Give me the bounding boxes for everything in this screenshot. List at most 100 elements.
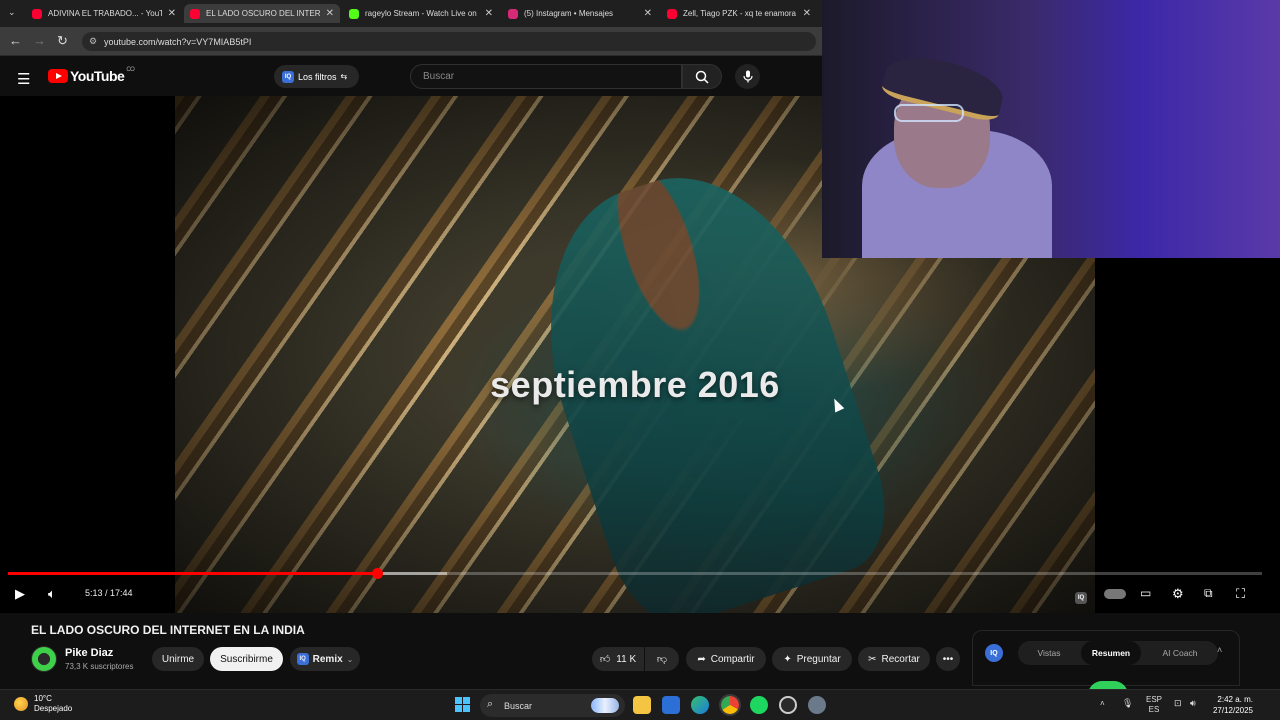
hamburger-menu-icon[interactable]: ☰ [17, 70, 30, 88]
browser-tab-bar: ⌄ ADIVINA EL TRABADO... - YouT ✕ EL LADO… [0, 0, 822, 27]
channel-name[interactable]: Pike Diaz [65, 647, 113, 659]
file-explorer-icon[interactable] [633, 696, 651, 714]
subtitles-icon[interactable]: ▭ [1140, 586, 1151, 600]
search-highlight-art-icon [591, 698, 619, 713]
clock-date: 27/12/2025 [1212, 706, 1253, 715]
kick-favicon-icon [349, 8, 359, 19]
filters-button[interactable]: IQ Los filtros ⇆ [274, 65, 359, 88]
close-tab-icon[interactable]: ✕ [485, 8, 493, 19]
region-code: CO [126, 67, 135, 73]
like-button[interactable]: 👍︎ 11 K [592, 647, 644, 671]
ask-button[interactable]: ✦ Preguntar [772, 647, 852, 671]
microsoft-store-icon[interactable] [662, 696, 680, 714]
subscriber-count: 73,3 K suscriptores [65, 662, 134, 671]
reload-icon[interactable]: ↻ [57, 33, 68, 49]
microphone-icon [742, 70, 753, 83]
search-icon [695, 70, 709, 84]
voice-search-button[interactable] [735, 64, 760, 89]
iq-extension-icon: IQ [282, 70, 294, 83]
search-button[interactable] [682, 64, 722, 89]
windows-start-icon[interactable] [455, 697, 470, 712]
scrubber-handle[interactable] [371, 568, 383, 579]
streamer-webcam-overlay [822, 0, 1280, 258]
language-indicator[interactable]: ESP ES [1146, 695, 1162, 715]
iq-remix-icon: IQ [296, 653, 309, 665]
browser-tab-0[interactable]: ADIVINA EL TRABADO... - YouT ✕ [26, 4, 182, 23]
thumbs-down-icon: 👎︎ [656, 654, 668, 665]
site-info-icon[interactable]: ⚙ [89, 36, 97, 47]
option-label: Resumen [1091, 648, 1131, 658]
taskbar-clock[interactable]: 2:42 a. m. 27/12/2025 [1208, 694, 1253, 716]
like-count: 11 K [616, 653, 637, 665]
youtube-favicon-icon [190, 8, 200, 19]
youtube-favicon-icon [667, 8, 677, 19]
obs-icon[interactable] [779, 696, 797, 714]
sliders-icon: ⇆ [340, 72, 348, 81]
clip-button[interactable]: ✂ Recortar [858, 647, 930, 671]
weather-condition: Despejado [34, 704, 73, 713]
lang-bottom: ES [1148, 705, 1160, 714]
chrome-browser-icon[interactable] [719, 694, 741, 716]
close-tab-icon[interactable]: ✕ [803, 8, 811, 19]
back-arrow-icon[interactable]: ← [9, 33, 22, 48]
tab-search-chevron-icon[interactable]: ⌄ [8, 7, 16, 18]
dislike-button[interactable]: 👎︎ [645, 647, 679, 671]
youtube-play-logo-icon [48, 69, 68, 83]
search-input[interactable]: Buscar [410, 64, 682, 89]
miniplayer-icon[interactable]: ⧉ [1204, 586, 1213, 601]
weather-widget[interactable]: 10°C Despejado [14, 694, 72, 714]
remix-button[interactable]: IQ Remix ⌄ [290, 647, 360, 671]
forward-arrow-icon[interactable]: → [33, 33, 46, 48]
volume-tray-icon[interactable]: 🔊︎ [1190, 698, 1196, 709]
taskbar-search-box[interactable]: ⌕ Buscar [480, 694, 625, 717]
video-progress-bar[interactable] [8, 568, 1262, 579]
close-tab-icon[interactable]: ✕ [644, 8, 652, 19]
iq-side-panel: IQ Vistas Resumen AI Coach ˄ [972, 630, 1240, 695]
youtube-logo[interactable]: YouTube CO [48, 67, 135, 84]
play-icon[interactable]: ▶ [15, 586, 25, 602]
tab-label: ADIVINA EL TRABADO... - YouT [48, 9, 162, 18]
share-button[interactable]: ➦ Compartir [686, 647, 766, 671]
tray-overflow-chevron-icon[interactable]: ˄ [1100, 699, 1105, 708]
browser-tab-1[interactable]: EL LADO OSCURO DEL INTERN ✕ [184, 4, 340, 23]
subscribe-button[interactable]: Suscribirme [210, 647, 283, 671]
iq-logo-icon: IQ [985, 644, 1003, 662]
settings-gear-icon[interactable]: ⚙ [1172, 586, 1184, 602]
channel-avatar[interactable] [31, 646, 57, 672]
windows-taskbar: 10°C Despejado ⌕ Buscar ˄ 🎙︎ ESP ES ⊡ 🔊︎… [0, 689, 1280, 720]
url-text: youtube.com/watch?v=VY7MIAB5tPI [104, 36, 252, 47]
video-info-section: EL LADO OSCURO DEL INTERNET EN LA INDIA … [0, 613, 1280, 695]
option-label: AI Coach [1162, 648, 1198, 658]
browser-tab-3[interactable]: (5) Instagram • Mensajes ✕ [502, 4, 658, 23]
spotify-icon[interactable] [750, 696, 768, 714]
edge-browser-icon[interactable] [691, 696, 709, 714]
collapse-chevron-icon[interactable]: ˄ [1217, 645, 1222, 655]
webcam-person-glasses [894, 104, 964, 122]
scissors-icon: ✂ [868, 653, 877, 665]
option-resumen[interactable]: Resumen [1081, 641, 1141, 665]
share-arrow-icon: ➦ [697, 653, 706, 665]
fullscreen-icon[interactable]: ⛶ [1236, 586, 1245, 602]
network-icon[interactable]: ⊡ [1174, 698, 1182, 709]
autoplay-toggle-icon[interactable] [1104, 589, 1126, 599]
search-placeholder: Buscar [423, 71, 455, 82]
join-button[interactable]: Unirme [152, 647, 204, 671]
microphone-tray-icon[interactable]: 🎙︎ [1122, 698, 1133, 709]
more-actions-button[interactable]: ••• [936, 647, 960, 671]
browser-tab-2[interactable]: rageylo Stream - Watch Live on ✕ [343, 4, 499, 23]
option-ai-coach[interactable]: AI Coach [1142, 641, 1218, 665]
chevron-down-icon: ⌄ [346, 654, 354, 664]
close-tab-icon[interactable]: ✕ [326, 8, 334, 19]
browser-tab-4[interactable]: Zell, Tiago PZK - xq te enamora ✕ [661, 4, 817, 23]
close-tab-icon[interactable]: ✕ [168, 8, 176, 19]
video-caption-text: septiembre 2016 [490, 364, 780, 405]
tab-label: (5) Instagram • Mensajes [524, 9, 614, 18]
option-label: Vistas [1037, 648, 1061, 658]
url-field[interactable]: ⚙ youtube.com/watch?v=VY7MIAB5tPI [82, 32, 816, 51]
option-vistas[interactable]: Vistas [1018, 641, 1080, 665]
iq-player-icon[interactable]: IQ [1075, 587, 1087, 604]
volume-icon[interactable]: 🔈︎ [48, 586, 56, 602]
tab-label: Zell, Tiago PZK - xq te enamora [683, 9, 796, 18]
weather-sun-icon [14, 697, 28, 711]
settings-gear-icon[interactable] [808, 696, 826, 714]
